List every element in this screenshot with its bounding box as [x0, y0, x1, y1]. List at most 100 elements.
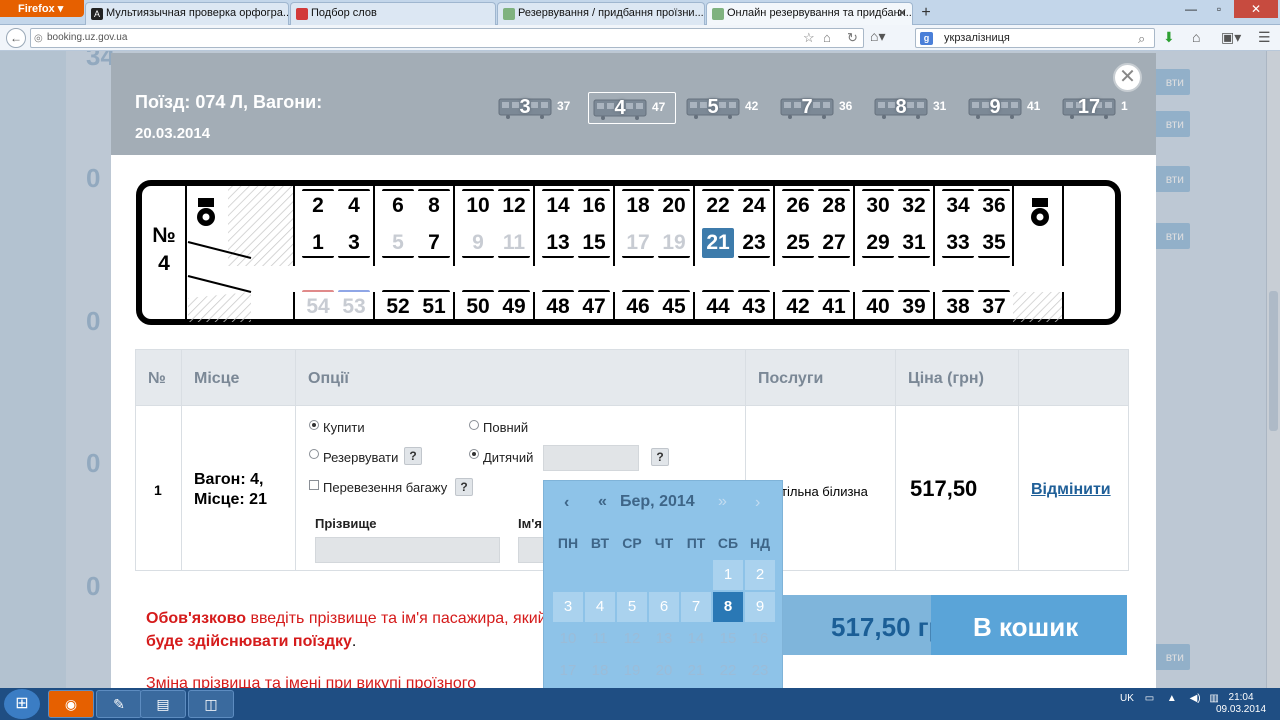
windows-start-icon[interactable]: ⊞ — [4, 689, 40, 719]
seat-42[interactable]: 42 — [782, 290, 814, 320]
calendar-day-11[interactable]: 11 — [585, 624, 615, 654]
calendar-day-21[interactable]: 21 — [681, 656, 711, 686]
seat-31[interactable]: 31 — [898, 228, 930, 258]
seat-34[interactable]: 34 — [942, 189, 974, 219]
seat-43[interactable]: 43 — [738, 290, 770, 320]
calendar-day-13[interactable]: 13 — [649, 624, 679, 654]
home-icon[interactable]: ⌂ — [1192, 29, 1200, 45]
wagon-3-button[interactable]: 3 37 — [494, 92, 582, 124]
wagon-4-button[interactable]: 4 47 — [588, 92, 676, 124]
calendar-day-18[interactable]: 18 — [585, 656, 615, 686]
lastname-input[interactable] — [315, 537, 500, 563]
seat-33[interactable]: 33 — [942, 228, 974, 258]
url-bar[interactable]: ◎ booking.uz.gov.ua ☆ ⌂ ↻ — [30, 28, 864, 48]
prev-year-button[interactable]: « — [598, 493, 607, 511]
seat-39[interactable]: 39 — [898, 290, 930, 320]
seat-54[interactable]: 54 — [302, 290, 334, 320]
seat-14[interactable]: 14 — [542, 189, 574, 219]
seat-30[interactable]: 30 — [862, 189, 894, 219]
calendar-day-12[interactable]: 12 — [617, 624, 647, 654]
close-window-icon[interactable]: ✕ — [1234, 0, 1278, 18]
seat-4[interactable]: 4 — [338, 189, 370, 219]
calendar-day-6[interactable]: 6 — [649, 592, 679, 622]
tray-arrow-icon[interactable]: ▲ — [1167, 693, 1177, 704]
firefox-menu-button[interactable]: Firefox ▾ — [0, 0, 84, 17]
seat-48[interactable]: 48 — [542, 290, 574, 320]
wagon-5-button[interactable]: 5 42 — [682, 92, 770, 124]
paint-taskbar-icon[interactable]: ✎ — [96, 690, 142, 718]
seat-37[interactable]: 37 — [978, 290, 1010, 320]
seat-36[interactable]: 36 — [978, 189, 1010, 219]
back-arrow-icon[interactable]: ← — [6, 28, 26, 48]
seat-8[interactable]: 8 — [418, 189, 450, 219]
seat-47[interactable]: 47 — [578, 290, 610, 320]
firefox-taskbar-icon[interactable]: ◉ — [48, 690, 94, 718]
calendar-day-9[interactable]: 9 — [745, 592, 775, 622]
calendar-day-4[interactable]: 4 — [585, 592, 615, 622]
seat-50[interactable]: 50 — [462, 290, 494, 320]
calendar-day-10[interactable]: 10 — [553, 624, 583, 654]
search-bar[interactable]: g укрзалізниця ⌕ — [915, 28, 1155, 48]
seat-40[interactable]: 40 — [862, 290, 894, 320]
seat-6[interactable]: 6 — [382, 189, 414, 219]
seat-20[interactable]: 20 — [658, 189, 690, 219]
seat-25[interactable]: 25 — [782, 228, 814, 258]
reserve-radio[interactable] — [309, 449, 319, 459]
wagon-8-button[interactable]: 8 31 — [870, 92, 958, 124]
seat-29[interactable]: 29 — [862, 228, 894, 258]
reserve-help-button[interactable]: ? — [404, 447, 422, 465]
next-year-button[interactable]: » — [718, 493, 727, 511]
calendar-day-7[interactable]: 7 — [681, 592, 711, 622]
seat-24[interactable]: 24 — [738, 189, 770, 219]
browser-tab-2[interactable]: Подбор слов — [290, 2, 496, 25]
calendar-day-17[interactable]: 17 — [553, 656, 583, 686]
calendar-day-23[interactable]: 23 — [745, 656, 775, 686]
browser-tab-4[interactable]: Онлайн резервування та придбанн... ✕ — [706, 2, 913, 26]
add-to-cart-button[interactable]: В кошик — [931, 595, 1127, 655]
seat-13[interactable]: 13 — [542, 228, 574, 258]
baggage-help-button[interactable]: ? — [455, 478, 473, 496]
seat-12[interactable]: 12 — [498, 189, 530, 219]
seat-10[interactable]: 10 — [462, 189, 494, 219]
close-tab-icon[interactable]: ✕ — [897, 6, 907, 20]
seat-2[interactable]: 2 — [302, 189, 334, 219]
buy-radio[interactable] — [309, 420, 319, 430]
calendar-day-15[interactable]: 15 — [713, 624, 743, 654]
camera-taskbar-icon[interactable]: ◫ — [188, 690, 234, 718]
reload-icon[interactable]: ↻ — [847, 30, 858, 46]
bookmark-icon[interactable]: ⌂ — [823, 30, 831, 45]
star-icon[interactable]: ☆ — [803, 30, 815, 46]
browser-tab-3[interactable]: Резервування / придбання проїзни... — [497, 2, 705, 25]
seat-51[interactable]: 51 — [418, 290, 450, 320]
calendar-day-16[interactable]: 16 — [745, 624, 775, 654]
calendar-day-5[interactable]: 5 — [617, 592, 647, 622]
keyboard-icon[interactable]: ▭ — [1145, 693, 1154, 704]
prev-month-button[interactable]: ‹ — [564, 494, 569, 512]
search-icon[interactable]: ⌕ — [1138, 31, 1145, 47]
wagon-17-button[interactable]: 17 1 — [1058, 92, 1146, 124]
cancel-link[interactable]: Відмінити — [1031, 481, 1111, 499]
calendar-day-1[interactable]: 1 — [713, 560, 743, 590]
seat-3[interactable]: 3 — [338, 228, 370, 258]
new-tab-button[interactable]: + — [914, 3, 938, 23]
seat-7[interactable]: 7 — [418, 228, 450, 258]
menu-icon[interactable]: ☰ — [1258, 29, 1271, 46]
seat-18[interactable]: 18 — [622, 189, 654, 219]
calendar-day-22[interactable]: 22 — [713, 656, 743, 686]
calendar-month-title[interactable]: Бер, 2014 — [620, 493, 695, 511]
baggage-checkbox[interactable] — [309, 480, 319, 490]
close-icon[interactable]: ✕ — [1113, 63, 1142, 92]
wagon-7-button[interactable]: 7 36 — [776, 92, 864, 124]
seat-1[interactable]: 1 — [302, 228, 334, 258]
calendar-day-3[interactable]: 3 — [553, 592, 583, 622]
home-menu-icon[interactable]: ⌂▾ — [870, 28, 904, 48]
calendar-day-19[interactable]: 19 — [617, 656, 647, 686]
seat-21[interactable]: 21 — [702, 228, 734, 258]
calendar-button[interactable]: ? — [651, 448, 669, 466]
seat-26[interactable]: 26 — [782, 189, 814, 219]
seat-16[interactable]: 16 — [578, 189, 610, 219]
seat-44[interactable]: 44 — [702, 290, 734, 320]
language-indicator[interactable]: UK — [1120, 693, 1134, 704]
wagon-9-button[interactable]: 9 41 — [964, 92, 1052, 124]
seat-46[interactable]: 46 — [622, 290, 654, 320]
